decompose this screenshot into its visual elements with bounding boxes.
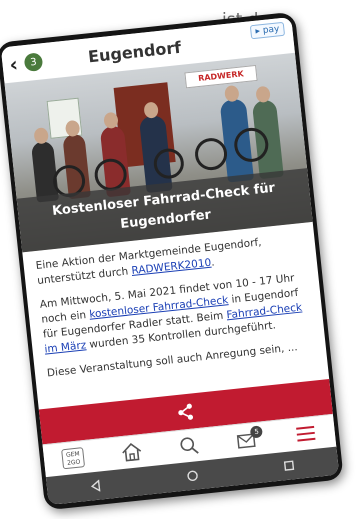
article-body: Eine Aktion der Marktgemeinde Eugendorf,… [35,231,317,408]
nav-messages[interactable]: 5 [226,424,269,456]
nav-menu[interactable] [284,418,327,450]
shop-sign: RADWERK [184,64,258,89]
android-recents-icon[interactable] [283,459,296,472]
mail-count-badge: 5 [250,425,264,439]
app-screen: ‹ 3 Eugendorf ▸ pay RADWERK Kostenloser … [0,16,340,506]
share-icon[interactable] [176,402,196,422]
gem2go-logo: GEM 2GO [61,447,86,470]
notification-badge[interactable]: 3 [23,52,44,73]
back-arrow-icon[interactable]: ‹ [1,51,25,77]
home-icon [121,443,141,462]
pay-button[interactable]: ▸ pay [249,21,286,40]
nav-search[interactable] [168,430,211,462]
paragraph-text: . [210,256,216,269]
android-home-icon[interactable] [186,469,199,482]
phone-device: ‹ 3 Eugendorf ▸ pay RADWERK Kostenloser … [0,11,344,511]
android-back-icon[interactable] [89,479,102,492]
hamburger-menu-icon [295,425,316,442]
logo-text: 2GO [66,458,81,467]
nav-home[interactable] [110,436,153,468]
nav-gem2go[interactable]: GEM 2GO [52,442,95,474]
article-photo: RADWERK Kostenloser Fahrrad-Check für Eu… [4,52,313,253]
page-title: Eugendorf [87,37,182,66]
pay-label: pay [262,24,280,37]
search-icon [180,437,199,454]
